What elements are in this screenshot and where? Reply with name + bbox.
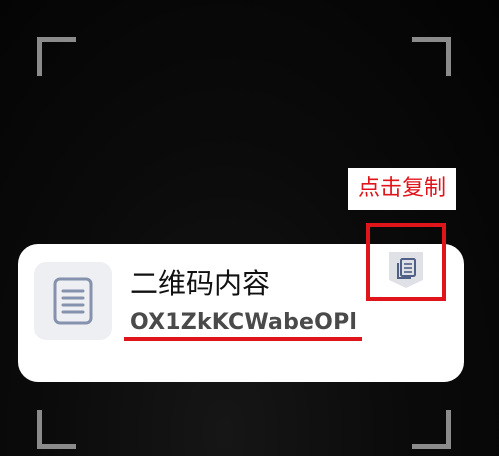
scan-frame-corner-bottom-left [37,410,76,449]
scan-frame-corner-top-right [412,37,451,76]
scan-frame-corner-top-left [37,37,76,76]
qr-content-title: 二维码内容 [130,267,271,300]
scan-frame-corner-bottom-right [412,410,451,449]
qr-content-value[interactable]: OX1ZkKCWabeOPl [130,310,357,335]
document-tile [34,262,112,340]
document-icon [53,277,93,325]
annotation-underline [124,337,362,341]
annotation-highlight-box [366,223,446,301]
qr-scanner-screen: 点击复制 二维码内容 OX1ZkKCWabeOPl [0,0,499,456]
annotation-click-copy-label: 点击复制 [348,168,456,210]
